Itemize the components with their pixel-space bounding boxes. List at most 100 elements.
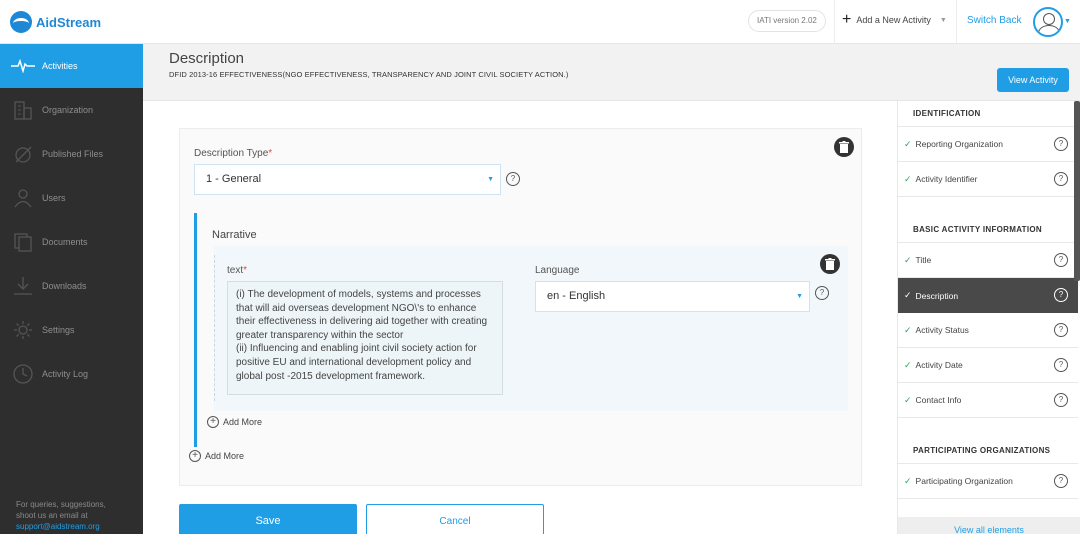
- sidebar-item-organization[interactable]: Organization: [0, 88, 143, 132]
- plus-circle-icon: +: [189, 450, 201, 462]
- view-activity-button[interactable]: View Activity: [997, 68, 1069, 92]
- right-panel-scrollbar[interactable]: [1074, 101, 1080, 281]
- nav-item-label: Reporting Organization: [915, 139, 1003, 149]
- required-mark: *: [268, 148, 273, 159]
- nav-title[interactable]: ✓ Title ?: [898, 243, 1078, 278]
- check-icon: ✓: [904, 359, 912, 370]
- help-icon[interactable]: ?: [1054, 358, 1068, 372]
- logo-text: AidStream: [36, 14, 102, 30]
- gear-icon: [11, 319, 35, 341]
- description-type-label: Description Type*: [194, 148, 272, 159]
- caret-down-icon: ▼: [939, 16, 947, 24]
- save-button[interactable]: Save: [179, 504, 357, 534]
- sidebar-item-activity-log[interactable]: Activity Log: [0, 352, 143, 396]
- section-heading: PARTICIPATING ORGANIZATIONS: [913, 446, 1051, 455]
- help-icon[interactable]: ?: [1054, 137, 1068, 151]
- help-icon[interactable]: ?: [1054, 474, 1068, 488]
- trash-icon[interactable]: [834, 137, 854, 157]
- help-icon[interactable]: ?: [1054, 393, 1068, 407]
- add-more-narrative-button[interactable]: + Add More: [207, 416, 262, 428]
- nav-item-label: Participating Organization: [915, 476, 1013, 486]
- language-label: Language: [535, 265, 580, 276]
- plus-circle-icon: +: [207, 416, 219, 428]
- iati-version-badge: IATI version 2.02: [748, 10, 826, 32]
- text-label: text*: [227, 265, 247, 276]
- narrative-title: Narrative: [212, 229, 257, 241]
- sidebar-footer: For queries, suggestions, shoot us an em…: [16, 499, 131, 532]
- help-icon[interactable]: ?: [1054, 323, 1068, 337]
- sidebar-item-settings[interactable]: Settings: [0, 308, 143, 352]
- nav-contact-info[interactable]: ✓ Contact Info ?: [898, 383, 1078, 418]
- add-more-label: Add More: [223, 417, 263, 427]
- label-text: text: [227, 265, 244, 276]
- add-new-activity-label: Add a New Activity: [856, 15, 931, 25]
- sidebar-item-label: Documents: [42, 237, 88, 247]
- header-divider: [834, 0, 835, 44]
- clock-icon: [11, 363, 35, 385]
- avatar-caret-icon[interactable]: ▼: [1064, 18, 1071, 25]
- trash-icon[interactable]: [820, 254, 840, 274]
- sidebar-item-label: Users: [42, 193, 66, 203]
- nav-item-label: Title: [915, 255, 932, 265]
- help-icon[interactable]: ?: [1054, 253, 1068, 267]
- aidstream-logo[interactable]: AidStream: [10, 11, 101, 33]
- nav-item-label: Activity Date: [915, 360, 963, 370]
- header-divider: [956, 0, 957, 44]
- language-value: en - English: [547, 290, 606, 302]
- footer-text: For queries, suggestions,: [16, 500, 106, 509]
- nav-activity-identifier[interactable]: ✓ Activity Identifier ?: [898, 162, 1078, 197]
- add-more-description-button[interactable]: + Add More: [189, 450, 244, 462]
- label-text: Description Type: [194, 148, 269, 159]
- check-icon: ✓: [904, 138, 912, 149]
- help-icon[interactable]: ?: [815, 286, 829, 300]
- nav-item-label: Activity Identifier: [915, 174, 978, 184]
- support-email-link[interactable]: support@aidstream.org: [16, 521, 131, 532]
- nav-activity-status[interactable]: ✓ Activity Status ?: [898, 313, 1078, 348]
- section-heading: IDENTIFICATION: [913, 109, 981, 118]
- nav-participating-organization[interactable]: ✓ Participating Organization ?: [898, 464, 1078, 499]
- view-all-elements-link[interactable]: View all elements: [898, 517, 1080, 534]
- sidebar-item-published-files[interactable]: Published Files: [0, 132, 143, 176]
- sidebar-item-label: Organization: [42, 105, 94, 115]
- user-avatar[interactable]: [1033, 7, 1063, 37]
- nav-item-label: Description: [915, 290, 959, 301]
- section-heading: BASIC ACTIVITY INFORMATION: [913, 225, 1042, 234]
- narrative-textarea[interactable]: (i) The development of models, systems a…: [227, 281, 503, 395]
- sidebar-item-downloads[interactable]: Downloads: [0, 264, 143, 308]
- sidebar-item-label: Published Files: [42, 149, 104, 159]
- sidebar-item-label: Activities: [42, 61, 78, 71]
- nav-activity-date[interactable]: ✓ Activity Date ?: [898, 348, 1078, 383]
- help-icon[interactable]: ?: [1054, 288, 1068, 302]
- sidebar-item-label: Activity Log: [42, 369, 89, 379]
- nav-item-label: Activity Status: [915, 325, 969, 335]
- activity-subtitle: DFID 2013-16 EFFECTIVENESS(NGO EFFECTIVE…: [169, 70, 569, 79]
- add-new-activity-dropdown[interactable]: + Add a New Activity ▼: [842, 11, 947, 28]
- footer-text: shoot us an email at: [16, 511, 88, 520]
- pulse-icon: [11, 55, 35, 77]
- check-icon: ✓: [904, 475, 912, 486]
- nav-reporting-organization[interactable]: ✓ Reporting Organization ?: [898, 127, 1078, 162]
- nav-item-label: Contact Info: [915, 395, 962, 405]
- switch-back-link[interactable]: Switch Back: [967, 15, 1021, 26]
- check-icon: ✓: [904, 394, 912, 405]
- help-icon[interactable]: ?: [506, 172, 520, 186]
- narrative-dashed-guide: [214, 255, 215, 401]
- aidstream-logo-icon: [10, 11, 32, 33]
- dropdown-arrow-icon: ▼: [487, 176, 494, 183]
- check-icon: ✓: [904, 324, 912, 335]
- sidebar-item-users[interactable]: Users: [0, 176, 143, 220]
- description-type-select[interactable]: 1 - General ▼: [194, 164, 501, 195]
- sidebar-item-label: Downloads: [42, 281, 87, 291]
- sidebar-item-documents[interactable]: Documents: [0, 220, 143, 264]
- nav-description[interactable]: ✓ Description ?: [898, 278, 1078, 313]
- cancel-button[interactable]: Cancel: [366, 504, 544, 534]
- sidebar-item-activities[interactable]: Activities: [0, 44, 143, 88]
- documents-icon: [11, 231, 35, 253]
- add-more-label: Add More: [205, 451, 245, 461]
- help-icon[interactable]: ?: [1054, 172, 1068, 186]
- description-type-value: 1 - General: [206, 173, 262, 185]
- download-icon: [11, 275, 35, 297]
- dropdown-arrow-icon: ▼: [796, 293, 803, 300]
- language-select[interactable]: en - English ▼: [535, 281, 810, 312]
- plus-icon: +: [842, 11, 852, 28]
